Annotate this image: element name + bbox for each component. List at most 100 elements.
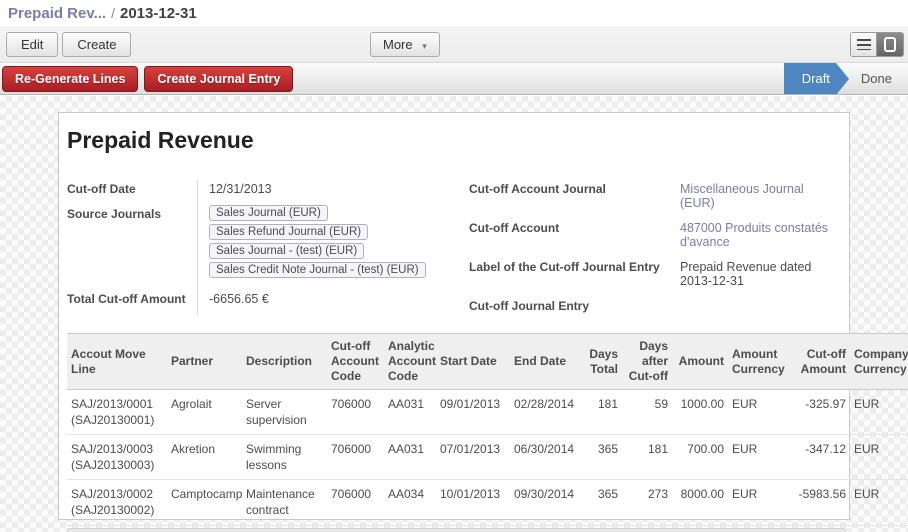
- cell-cutoff-account-code: 706000: [327, 390, 384, 435]
- breadcrumb-parent-link[interactable]: Prepaid Rev...: [8, 5, 106, 22]
- horizontal-scrollbar[interactable]: [67, 528, 846, 532]
- cell-amount: 8000.00: [672, 480, 728, 525]
- col-analytic-account-code: Analytic Account Code: [384, 334, 436, 390]
- cutoff-date-value: 12/31/2013: [197, 180, 467, 205]
- cell-amount-currency: EUR: [728, 480, 793, 525]
- cell-start-date: 10/01/2013: [436, 480, 510, 525]
- list-icon: [857, 39, 871, 50]
- cell-analytic-account-code: AA031: [384, 390, 436, 435]
- cell-start-date: 07/01/2013: [436, 435, 510, 480]
- total-cutoff-amount-label: Total Cut-off Amount: [67, 290, 197, 315]
- cutoff-journal-entry-label: Cut-off Journal Entry: [469, 297, 669, 313]
- field-source-journals: Source Journals Sales Journal (EUR) Sale…: [67, 205, 467, 290]
- form-column-right: Cut-off Account Journal Miscellaneous Jo…: [469, 180, 849, 315]
- form-fields: Cut-off Date 12/31/2013 Source Journals …: [67, 180, 849, 315]
- col-partner: Partner: [167, 334, 242, 390]
- cell-end-date: 09/30/2014: [510, 480, 584, 525]
- more-button-label: More: [383, 37, 413, 52]
- cell-description: Server supervision: [242, 390, 327, 435]
- cell-analytic-account-code: AA031: [384, 435, 436, 480]
- breadcrumb: Prepaid Rev... / 2013-12-31: [0, 0, 908, 26]
- more-button[interactable]: More ▾: [370, 32, 440, 57]
- form-view-button[interactable]: [877, 33, 903, 56]
- source-journals-label: Source Journals: [67, 205, 197, 290]
- cell-cutoff-amount: -5983.56: [793, 480, 850, 525]
- page-title: Prepaid Revenue: [67, 127, 849, 154]
- cell-cutoff-amount: -347.12: [793, 435, 850, 480]
- status-step-draft[interactable]: Draft: [784, 63, 836, 94]
- col-end-date: End Date: [510, 334, 584, 390]
- cell-start-date: 09/01/2013: [436, 390, 510, 435]
- control-bar: Edit Create More ▾: [0, 26, 908, 62]
- field-entry-label: Label of the Cut-off Journal Entry Prepa…: [469, 258, 849, 297]
- cell-amount-currency: EUR: [728, 435, 793, 480]
- cell-account-move-line: SAJ/2013/0002 (SAJ20130002): [67, 480, 167, 525]
- app-window: Prepaid Rev... / 2013-12-31 Edit Create …: [0, 0, 908, 532]
- col-days-total: Days Total: [584, 334, 622, 390]
- source-journals-value: Sales Journal (EUR) Sales Refund Journal…: [197, 205, 467, 290]
- content-background: Prepaid Revenue Cut-off Date 12/31/2013 …: [0, 96, 908, 532]
- cell-cutoff-amount: -325.97: [793, 390, 850, 435]
- create-journal-entry-button[interactable]: Create Journal Entry: [144, 66, 293, 92]
- lines-table-container: Accout Move Line Partner Description Cut…: [67, 333, 908, 532]
- status-action-bar: Re-Generate Lines Create Journal Entry D…: [0, 62, 908, 95]
- field-cutoff-date: Cut-off Date 12/31/2013: [67, 180, 467, 205]
- breadcrumb-current: 2013-12-31: [120, 5, 197, 22]
- statusbar: Draft Done: [784, 63, 908, 94]
- form-column-left: Cut-off Date 12/31/2013 Source Journals …: [67, 180, 467, 315]
- regenerate-lines-button[interactable]: Re-Generate Lines: [2, 66, 138, 92]
- journal-tag: Sales Refund Journal (EUR): [209, 224, 368, 240]
- cell-amount: 700.00: [672, 435, 728, 480]
- cell-partner: Camptocamp: [167, 480, 242, 525]
- col-account-move-line: Accout Move Line: [67, 334, 167, 390]
- journal-tag-list: Sales Journal (EUR) Sales Refund Journal…: [209, 205, 451, 281]
- cell-days-after-cutoff: 59: [622, 390, 672, 435]
- col-description: Description: [242, 334, 327, 390]
- col-cutoff-amount: Cut-off Amount: [793, 334, 850, 390]
- cell-account-move-line: SAJ/2013/0003 (SAJ20130003): [67, 435, 167, 480]
- cell-description: Maintenance contract: [242, 480, 327, 525]
- entry-label-label: Label of the Cut-off Journal Entry: [469, 258, 669, 297]
- cell-company-currency: EUR: [850, 480, 908, 525]
- cutoff-date-label: Cut-off Date: [67, 180, 197, 205]
- cell-analytic-account-code: AA034: [384, 480, 436, 525]
- cutoff-account-journal-link[interactable]: Miscellaneous Journal (EUR): [669, 180, 839, 219]
- col-amount: Amount: [672, 334, 728, 390]
- cell-days-after-cutoff: 181: [622, 435, 672, 480]
- journal-tag: Sales Journal - (test) (EUR): [209, 243, 364, 259]
- list-view-button[interactable]: [851, 33, 877, 56]
- cell-account-move-line: SAJ/2013/0001 (SAJ20130001): [67, 390, 167, 435]
- cutoff-account-link[interactable]: 487000 Produits constatés d'avance: [669, 219, 839, 258]
- form-icon: [884, 37, 896, 52]
- status-step-done[interactable]: Done: [849, 63, 908, 94]
- cell-end-date: 06/30/2014: [510, 435, 584, 480]
- cutoff-account-journal-label: Cut-off Account Journal: [469, 180, 669, 219]
- table-row[interactable]: SAJ/2013/0002 (SAJ20130002) Camptocamp M…: [67, 480, 908, 525]
- field-cutoff-account-journal: Cut-off Account Journal Miscellaneous Jo…: [469, 180, 849, 219]
- create-button[interactable]: Create: [62, 32, 131, 57]
- entry-label-value: Prepaid Revenue dated 2013-12-31: [669, 258, 839, 297]
- cell-days-total: 181: [584, 390, 622, 435]
- field-total-cutoff-amount: Total Cut-off Amount -6656.65 €: [67, 290, 467, 315]
- col-cutoff-account-code: Cut-off Account Code: [327, 334, 384, 390]
- edit-button[interactable]: Edit: [6, 32, 58, 57]
- journal-tag: Sales Journal (EUR): [209, 205, 328, 221]
- form-sheet: Prepaid Revenue Cut-off Date 12/31/2013 …: [58, 112, 850, 520]
- total-cutoff-amount-value: -6656.65 €: [197, 290, 467, 315]
- table-row[interactable]: SAJ/2013/0003 (SAJ20130003) Akretion Swi…: [67, 435, 908, 480]
- cell-company-currency: EUR: [850, 390, 908, 435]
- table-row[interactable]: SAJ/2013/0001 (SAJ20130001) Agrolait Ser…: [67, 390, 908, 435]
- table-header-row: Accout Move Line Partner Description Cut…: [67, 334, 908, 390]
- view-switcher: [850, 32, 904, 57]
- cell-company-currency: EUR: [850, 435, 908, 480]
- lines-table: Accout Move Line Partner Description Cut…: [67, 333, 908, 526]
- cell-days-total: 365: [584, 435, 622, 480]
- col-days-after-cutoff: Days after Cut-off: [622, 334, 672, 390]
- cell-cutoff-account-code: 706000: [327, 480, 384, 525]
- col-amount-currency: Amount Currency: [728, 334, 793, 390]
- col-start-date: Start Date: [436, 334, 510, 390]
- cell-days-total: 365: [584, 480, 622, 525]
- cutoff-journal-entry-value: [669, 297, 839, 313]
- breadcrumb-separator: /: [111, 5, 115, 21]
- journal-tag: Sales Credit Note Journal - (test) (EUR): [209, 262, 426, 278]
